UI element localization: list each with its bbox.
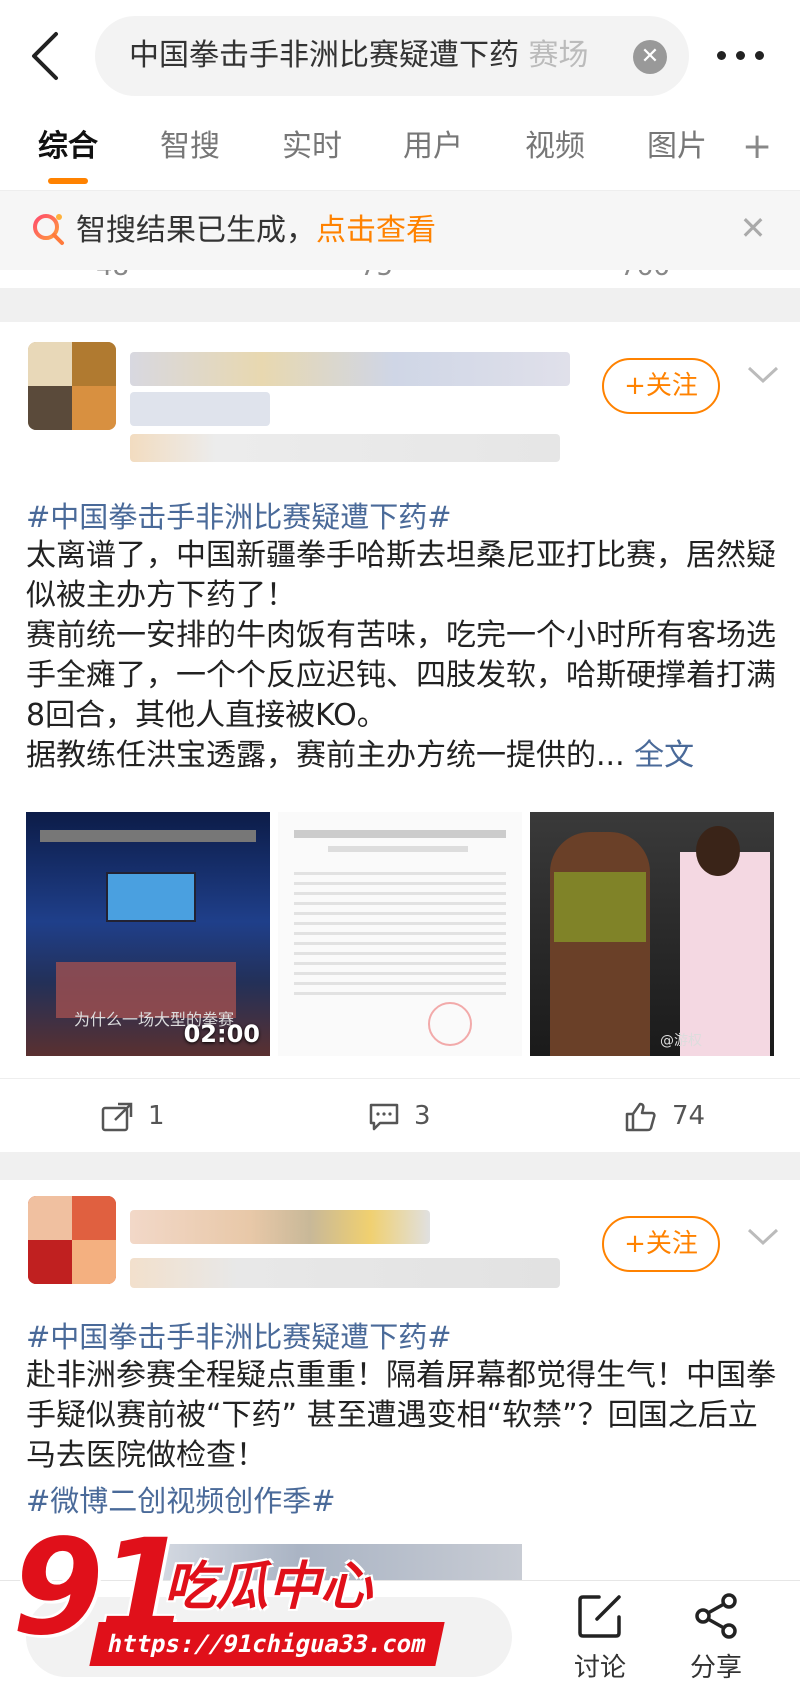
prev-repost-count[interactable]: 48 (96, 270, 129, 282)
post-line: 赛前统一安排的牛肉饭有苦味，吃完一个小时所有客场选手全瘫了，一个个反应迟钝、四肢… (26, 618, 776, 733)
edit-icon (578, 1595, 621, 1638)
full-text-link[interactable]: 全文 (634, 738, 694, 773)
tab-realtime[interactable]: 实时 (282, 112, 342, 190)
tab-users[interactable]: 用户 (403, 112, 463, 190)
avatar[interactable] (28, 1196, 116, 1284)
author-name[interactable] (130, 352, 570, 386)
share-icon (695, 1593, 737, 1639)
follow-button[interactable]: +关注 (602, 358, 720, 414)
ai-banner-text: 智搜结果已生成，点击查看 (76, 213, 436, 248)
back-arrow-icon[interactable] (26, 28, 66, 84)
comment-button[interactable]: 3 (368, 1079, 431, 1153)
like-count: 74 (672, 1101, 706, 1131)
post-actions: 1 3 74 (0, 1078, 800, 1152)
post-card: +关注 #中国拳击手非洲比赛疑遭下药# 太离谱了，中国新疆拳手哈斯去坦桑尼亚打比… (0, 322, 800, 1152)
chevron-down-icon[interactable] (746, 364, 780, 386)
feed-separator (0, 1152, 800, 1180)
comment-input[interactable] (26, 1597, 512, 1677)
bottom-bar: 讨论 分享 (0, 1580, 800, 1695)
comment-count: 3 (414, 1101, 431, 1131)
share-label: 分享 (689, 1653, 742, 1683)
ai-search-icon (33, 214, 64, 245)
media-grid: 为什么一场大型的拳赛 02:00 @游权 (26, 812, 774, 1056)
top-bar: 中国拳击手非洲比赛疑遭下药 赛场 ✕ (0, 0, 800, 112)
video-thumbnail[interactable]: 为什么一场大型的拳赛 02:00 (26, 812, 270, 1056)
tab-videos[interactable]: 视频 (525, 112, 585, 190)
close-banner-icon[interactable]: ✕ (738, 212, 768, 244)
video-duration: 02:00 (183, 1020, 260, 1048)
follow-button[interactable]: +关注 (602, 1216, 720, 1272)
search-query: 中国拳击手非洲比赛疑遭下药 赛场 (129, 38, 589, 73)
more-options-icon[interactable] (712, 38, 782, 74)
topic-tag[interactable]: #微博二创视频创作季# (26, 1478, 336, 1520)
search-tabs: 综合 智搜 实时 用户 视频 图片 + (0, 112, 800, 190)
prev-like-count[interactable]: 766 (620, 270, 670, 282)
search-input[interactable]: 中国拳击手非洲比赛疑遭下药 赛场 ✕ (95, 16, 689, 96)
repost-button[interactable]: 1 (100, 1079, 165, 1153)
repost-icon (101, 1102, 133, 1131)
prev-comment-count[interactable]: 75 (360, 270, 393, 282)
topic-tag[interactable]: #中国拳击手非洲比赛疑遭下药# (26, 1314, 452, 1356)
post-card: +关注 #中国拳击手非洲比赛疑遭下药# 赴非洲参赛全程疑点重重！隔着屏幕都觉得生… (0, 1180, 800, 1580)
comment-icon (369, 1103, 399, 1130)
discuss-button[interactable]: 讨论 (560, 1591, 640, 1684)
post-line-truncated: 据教练任洪宝透露，赛前主办方统一提供的... 全文 (26, 738, 695, 773)
active-tab-indicator (48, 178, 88, 184)
chevron-down-icon[interactable] (746, 1226, 780, 1248)
media-preview[interactable] (150, 1544, 522, 1580)
boxer-photo[interactable]: @游权 (530, 812, 774, 1056)
tab-smart-search[interactable]: 智搜 (160, 112, 220, 190)
repost-count: 1 (148, 1101, 165, 1131)
ai-banner-link[interactable]: 点击查看 (316, 213, 436, 248)
add-tab-icon[interactable]: + (742, 112, 772, 190)
thumbs-up-icon (625, 1102, 656, 1131)
post-body: 太离谱了，中国新疆拳手哈斯去坦桑尼亚打比赛，居然疑似被主办方下药了！ 赛前统一安… (26, 536, 778, 776)
image-watermark: @游权 (660, 1033, 702, 1049)
tab-images[interactable]: 图片 (647, 112, 707, 190)
post-line: 太离谱了，中国新疆拳手哈斯去坦桑尼亚打比赛，居然疑似被主办方下药了！ (26, 538, 776, 613)
author-badge (130, 392, 270, 426)
author-name[interactable] (130, 1210, 430, 1244)
post-meta (130, 434, 560, 462)
post-body: 赴非洲参赛全程疑点重重！隔着屏幕都觉得生气！中国拳手疑似赛前被“下药” 甚至遭遇… (26, 1358, 776, 1473)
feed-separator (0, 288, 800, 322)
share-button[interactable]: 分享 (676, 1591, 756, 1684)
clear-search-icon[interactable]: ✕ (633, 40, 667, 74)
ai-result-banner[interactable]: 智搜结果已生成，点击查看 ✕ (0, 190, 800, 270)
discuss-label: 讨论 (573, 1653, 626, 1683)
avatar[interactable] (28, 342, 116, 430)
post-meta (130, 1258, 560, 1288)
previous-post-actions: 48 75 766 (0, 270, 800, 288)
like-button[interactable]: 74 (624, 1079, 705, 1153)
topic-tag[interactable]: #中国拳击手非洲比赛疑遭下药# (26, 494, 452, 536)
document-image[interactable] (278, 812, 522, 1056)
